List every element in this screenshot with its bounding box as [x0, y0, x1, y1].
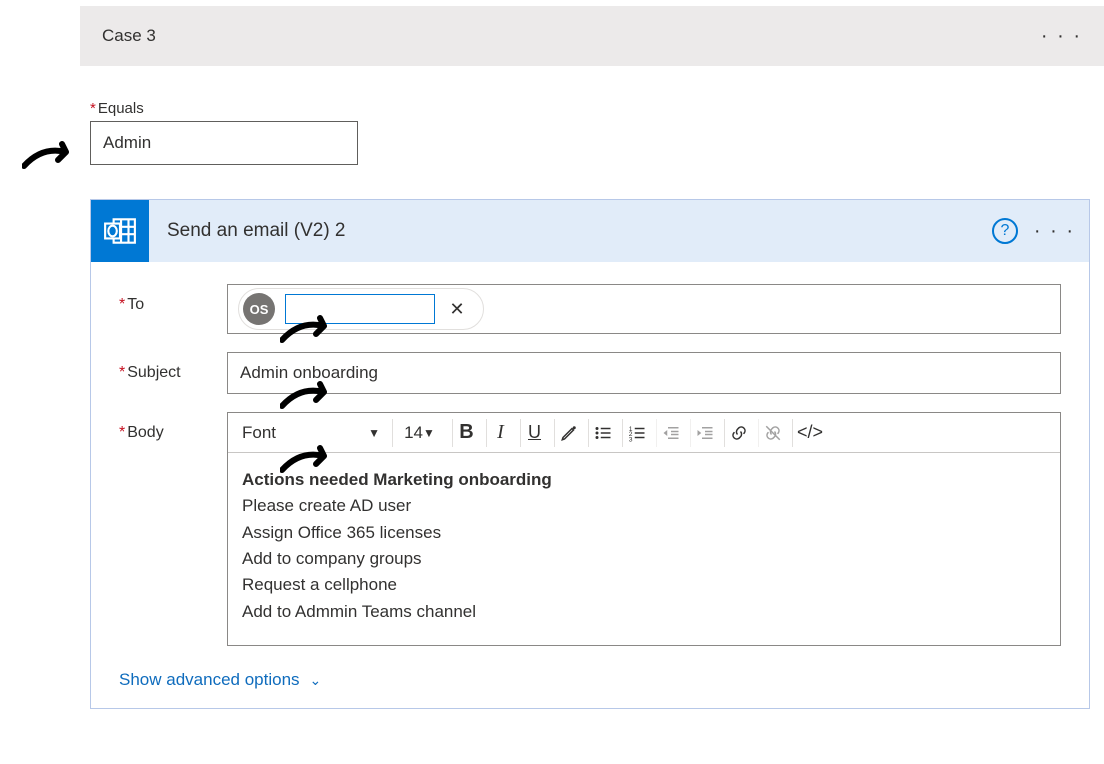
avatar: OS — [243, 293, 275, 325]
chevron-down-icon: ⌄ — [310, 672, 322, 689]
show-advanced-link[interactable]: Show advanced options ⌄ — [119, 670, 321, 690]
card-title: Send an email (V2) 2 — [167, 220, 992, 242]
card-more-icon[interactable]: · · · — [1034, 220, 1075, 243]
equals-input[interactable] — [90, 121, 358, 165]
italic-button[interactable]: I — [486, 419, 514, 447]
card-header[interactable]: Send an email (V2) 2 ? · · · — [91, 200, 1089, 262]
outlook-icon — [91, 200, 149, 262]
arrow-annotation-icon — [22, 138, 82, 172]
body-line: Request a cellphone — [242, 572, 1046, 598]
close-icon[interactable]: ✕ — [445, 297, 469, 321]
more-icon[interactable]: · · · — [1041, 25, 1082, 48]
body-line: Assign Office 365 licenses — [242, 520, 1046, 546]
code-view-icon[interactable]: </> — [792, 419, 827, 447]
chevron-down-icon: ▼ — [368, 426, 380, 440]
link-icon[interactable] — [724, 419, 752, 447]
case-header[interactable]: Case 3 · · · — [80, 6, 1104, 66]
unlink-icon[interactable] — [758, 419, 786, 447]
send-email-card: Send an email (V2) 2 ? · · · *To OS ✕ — [90, 199, 1090, 709]
body-heading: Actions needed Marketing onboarding — [242, 467, 1046, 493]
to-field[interactable]: OS ✕ — [227, 284, 1061, 334]
bullet-list-icon[interactable] — [588, 419, 616, 447]
recipient-pill[interactable]: OS ✕ — [238, 288, 484, 330]
bold-button[interactable]: B — [452, 419, 480, 447]
rte-toolbar: Font ▼ 14 ▼ B I U — [228, 413, 1060, 453]
body-line: Add to Admmin Teams channel — [242, 599, 1046, 625]
indent-icon[interactable] — [690, 419, 718, 447]
case-title: Case 3 — [102, 26, 156, 46]
rich-text-editor: Font ▼ 14 ▼ B I U — [227, 412, 1061, 646]
font-size-select[interactable]: 14 ▼ — [392, 419, 446, 447]
subject-input[interactable] — [227, 352, 1061, 394]
chevron-down-icon: ▼ — [423, 426, 435, 440]
body-line: Please create AD user — [242, 493, 1046, 519]
color-picker-icon[interactable] — [554, 419, 582, 447]
help-icon[interactable]: ? — [992, 218, 1018, 244]
body-label: *Body — [119, 412, 227, 646]
body-content[interactable]: Actions needed Marketing onboarding Plea… — [228, 453, 1060, 645]
outdent-icon[interactable] — [656, 419, 684, 447]
numbered-list-icon[interactable]: 123 — [622, 419, 650, 447]
subject-label: *Subject — [119, 352, 227, 394]
equals-label: *Equals — [90, 100, 1104, 117]
body-line: Add to company groups — [242, 546, 1046, 572]
svg-text:3: 3 — [628, 436, 632, 442]
font-select[interactable]: Font ▼ — [236, 419, 386, 447]
to-input[interactable] — [285, 294, 435, 324]
to-label: *To — [119, 284, 227, 334]
underline-button[interactable]: U — [520, 419, 548, 447]
